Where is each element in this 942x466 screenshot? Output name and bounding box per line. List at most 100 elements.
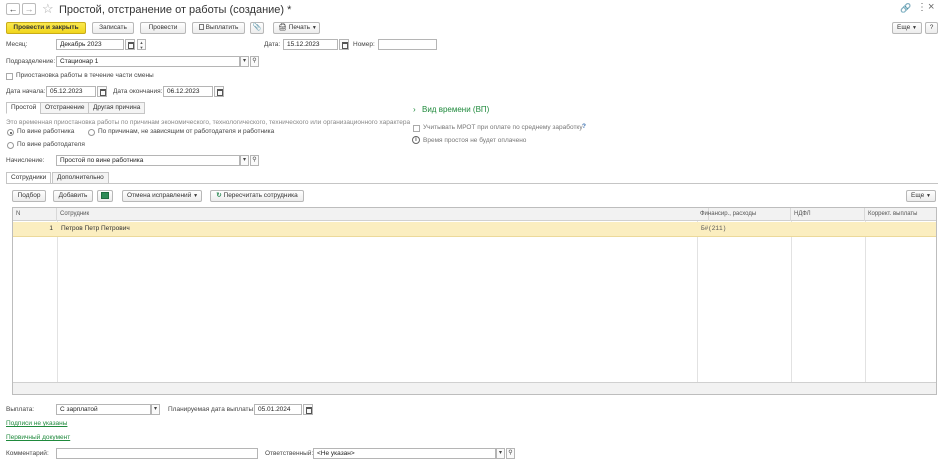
radio-employer-fault-label: По вине работодателя [17, 141, 85, 148]
open-icon[interactable]: ⚲ [250, 56, 259, 67]
attach-button[interactable]: 📎 [250, 22, 264, 34]
calendar-icon[interactable] [214, 86, 224, 97]
table-more-button[interactable]: Еще ▼ [906, 190, 936, 202]
add-button[interactable]: Добавить [53, 190, 93, 202]
open-icon[interactable]: ⚲ [506, 448, 515, 459]
mrot-checkbox[interactable] [413, 125, 420, 132]
back-arrow-icon[interactable]: ← [6, 3, 20, 15]
date-field[interactable]: 15.12.2023 [283, 39, 338, 50]
printer-icon: 🖨 [278, 24, 287, 31]
chevron-down-icon: ▼ [193, 193, 199, 199]
print-button[interactable]: 🖨 Печать ▼ [273, 22, 320, 34]
row-number: 1 [49, 225, 53, 232]
col-n[interactable]: N [13, 208, 57, 221]
mrot-label: Учитывать МРОТ при оплате по среднему за… [423, 124, 583, 131]
help-button[interactable]: ? [925, 22, 938, 34]
star-icon[interactable]: ☆ [42, 1, 54, 17]
column-divider [865, 221, 866, 382]
pay-label: Выплатить [205, 24, 239, 31]
post-button[interactable]: Провести [140, 22, 186, 34]
select-button[interactable]: Подбор [12, 190, 46, 202]
department-label: Подразделение: [6, 58, 56, 65]
month-stepper[interactable]: ▲ ▼ [137, 39, 146, 50]
row-employee: Петров Петр Петрович [61, 225, 130, 232]
table-footer [13, 382, 936, 394]
table-more-label: Еще [911, 192, 925, 199]
help-icon[interactable]: ? [582, 123, 586, 130]
comment-field[interactable] [56, 448, 258, 459]
open-icon[interactable]: ⚲ [250, 155, 259, 166]
chevron-down-icon[interactable]: ▾ [240, 56, 249, 67]
accrual-field[interactable]: Простой по вине работника [56, 155, 240, 166]
column-divider [57, 221, 58, 382]
responsible-field[interactable]: <Не указан> [313, 448, 496, 459]
col-correction[interactable]: Коррект. выплаты [865, 208, 936, 221]
accrual-label: Начисление: [6, 157, 45, 164]
chevron-down-icon[interactable]: ▾ [151, 404, 160, 415]
planned-date-field[interactable]: 05.01.2024 [254, 404, 302, 415]
signatures-link[interactable]: Подписи не указаны [6, 420, 67, 427]
title-bar: ← → ☆ Простой, отстранение от работы (со… [0, 0, 942, 20]
payout-label: Выплата: [6, 406, 35, 413]
start-date-label: Дата начала: [6, 88, 46, 95]
close-icon[interactable]: × [928, 1, 934, 13]
cancel-fixes-button[interactable]: Отмена исправлений ▼ [122, 190, 202, 202]
window-title: Простой, отстранение от работы (создание… [59, 4, 292, 16]
calendar-icon[interactable] [303, 404, 313, 415]
forward-arrow-icon[interactable]: → [22, 3, 36, 15]
radio-independent-causes-label: По причинам, не зависящим от работодател… [98, 128, 275, 135]
refresh-icon: ↻ [216, 192, 222, 199]
paperclip-icon: 📎 [252, 24, 262, 31]
excel-button[interactable] [97, 190, 113, 202]
chevron-right-icon[interactable]: › [413, 105, 416, 114]
not-paid-info: Время простоя не будет оплачено [423, 137, 527, 144]
department-field[interactable]: Стационар 1 [56, 56, 240, 67]
radio-employee-fault[interactable] [7, 129, 14, 136]
print-label: Печать [288, 24, 310, 31]
col-ndfl[interactable]: НДФЛ [791, 208, 865, 221]
tab-downtime[interactable]: Простой [6, 102, 42, 114]
tab-suspension[interactable]: Отстранение [40, 102, 90, 114]
recalc-employee-button[interactable]: ↻ Пересчитать сотрудника [210, 190, 304, 202]
comment-label: Комментарий: [6, 450, 49, 457]
calendar-icon[interactable] [97, 86, 107, 97]
chevron-down-icon: ▼ [926, 193, 931, 199]
radio-independent-causes[interactable] [88, 129, 95, 136]
start-date-field[interactable]: 05.12.2023 [46, 86, 96, 97]
date-label: Дата: [264, 41, 281, 48]
partial-shift-checkbox[interactable] [6, 73, 13, 80]
end-date-label: Дата окончания: [113, 88, 163, 95]
more-label: Еще [897, 24, 911, 31]
chevron-down-icon: ▼ [311, 25, 317, 31]
table-header: N Сотрудник Финансир., расходы НДФЛ Корр… [13, 208, 936, 221]
calendar-icon[interactable] [339, 39, 349, 50]
col-finance[interactable]: Финансир., расходы [697, 208, 791, 221]
month-field[interactable]: Декабрь 2023 [56, 39, 124, 50]
link-icon[interactable]: 🔗 [900, 3, 911, 14]
number-field[interactable] [378, 39, 437, 50]
menu-dots-icon[interactable]: ⋮ [917, 2, 927, 13]
radio-employee-fault-label: По вине работника [17, 128, 75, 135]
number-label: Номер: [353, 41, 375, 48]
calendar-icon[interactable] [125, 39, 135, 50]
more-button[interactable]: Еще ▼ [892, 22, 922, 34]
col-employee[interactable]: Сотрудник [57, 208, 709, 221]
column-divider [697, 221, 698, 382]
row-finance: Б#(211) [701, 225, 727, 232]
primary-document-link[interactable]: Первичный документ [6, 434, 70, 441]
radio-employer-fault[interactable] [7, 142, 14, 149]
table-row[interactable]: 1 Петров Петр Петрович Б#(211) [13, 222, 936, 237]
save-button[interactable]: Записать [92, 22, 134, 34]
tab-divider [6, 183, 938, 184]
chevron-down-icon[interactable]: ▾ [496, 448, 505, 459]
column-divider [791, 221, 792, 382]
pay-button[interactable]: Выплатить [192, 22, 245, 34]
time-type-link[interactable]: Вид времени (ВП) [422, 105, 489, 114]
chevron-down-icon[interactable]: ▾ [240, 155, 249, 166]
post-and-close-button[interactable]: Провести и закрыть [6, 22, 86, 34]
tab-other-reason[interactable]: Другая причина [88, 102, 146, 114]
end-date-field[interactable]: 06.12.2023 [163, 86, 213, 97]
planned-date-label: Планируемая дата выплаты: [168, 406, 255, 413]
payout-field[interactable]: С зарплатой [56, 404, 151, 415]
month-label: Месяц: [6, 41, 28, 48]
